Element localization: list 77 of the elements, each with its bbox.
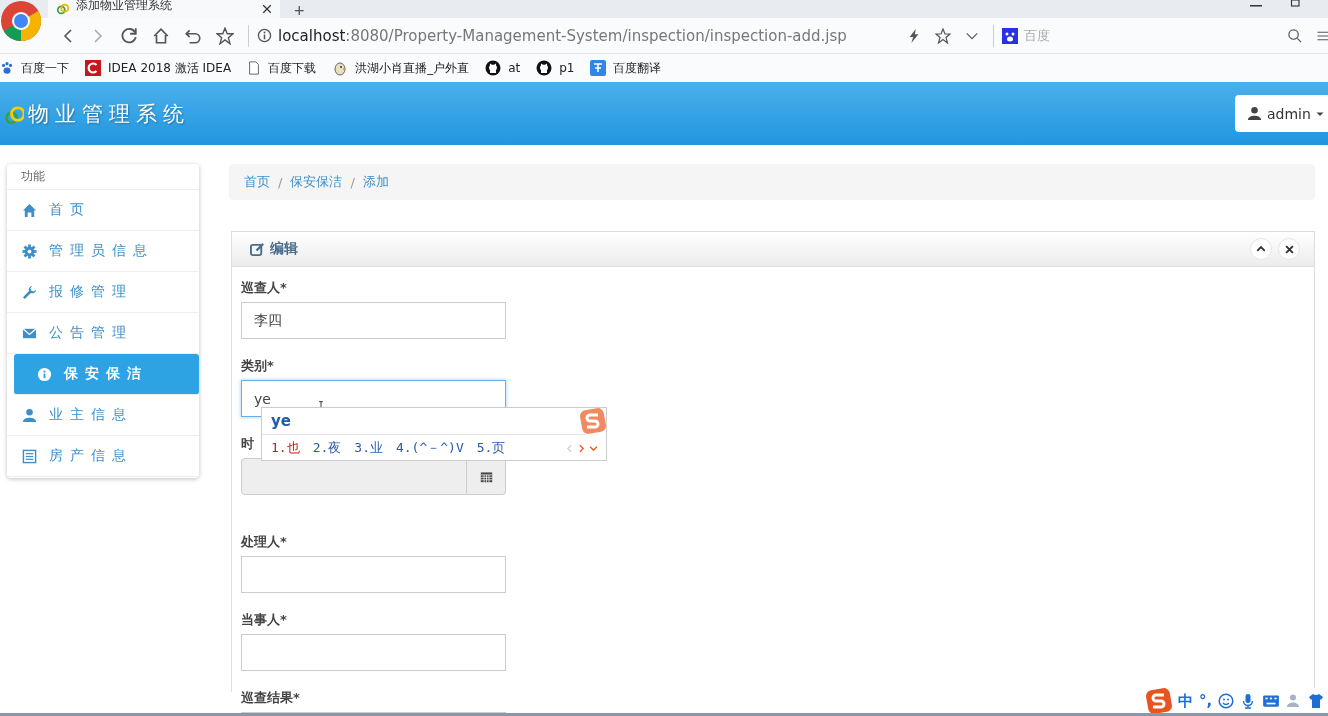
ime-candidate[interactable]: 2.夜	[312, 439, 342, 457]
rings-icon	[56, 2, 70, 16]
chevron-up-icon	[1256, 244, 1266, 254]
input-field[interactable]	[241, 634, 506, 671]
app-title: 物业管理系统	[28, 100, 190, 128]
user-icon	[22, 407, 37, 423]
close-icon	[1284, 244, 1294, 254]
collapse-button[interactable]	[1250, 238, 1272, 260]
star-icon	[216, 26, 234, 45]
info-icon	[257, 28, 272, 43]
keyboard-icon	[1262, 692, 1281, 710]
panel-title: 编辑	[270, 240, 298, 258]
rings-logo-icon	[4, 103, 24, 124]
user-icon	[1247, 106, 1262, 121]
sidebar-item[interactable]: 房产信息	[7, 436, 199, 477]
input-field[interactable]	[241, 556, 506, 593]
envelope-icon	[22, 325, 37, 341]
github-icon	[536, 60, 553, 76]
field-label: 当事人*	[241, 611, 287, 628]
bird-icon	[332, 60, 349, 76]
punctuation-toggle[interactable]: °,	[1199, 692, 1213, 710]
c-logo-icon	[85, 60, 101, 76]
github-icon	[485, 60, 502, 76]
star-icon	[935, 27, 951, 44]
chevron-right-icon	[577, 443, 586, 453]
user-menu-button[interactable]: admin	[1235, 95, 1328, 132]
smiley-icon	[1218, 693, 1235, 709]
sidebar-item[interactable]: 业主信息	[7, 395, 199, 436]
translate-icon	[590, 60, 607, 76]
search-icon	[1287, 28, 1302, 43]
ime-mode-toggle[interactable]: 中	[1178, 691, 1193, 711]
reload-icon	[120, 26, 138, 45]
ime-candidate[interactable]: 1.也	[271, 439, 300, 457]
field-label: 处理人*	[241, 533, 287, 550]
ime-candidate[interactable]: 3.业	[354, 439, 383, 457]
sidebar-item[interactable]: 报修管理	[7, 272, 199, 313]
wrench-icon	[22, 284, 37, 300]
home-icon	[22, 202, 37, 218]
chevron-down-icon	[589, 443, 598, 453]
home-icon	[152, 26, 170, 45]
ime-candidate[interactable]: 4.(^－^)V	[395, 439, 464, 457]
document-icon	[247, 61, 262, 75]
sidebar-item[interactable]: 首页	[7, 190, 199, 231]
field-label: 类别*	[241, 357, 274, 374]
calendar-icon	[479, 470, 493, 483]
bookmark-link[interactable]: 百度翻译	[613, 59, 662, 77]
field-label: 巡查结果*	[241, 689, 300, 706]
bookmark-link[interactable]: 百度下载	[268, 59, 317, 77]
minimize-icon[interactable]	[1250, 5, 1262, 7]
bookmark-link[interactable]: IDEA 2018 激活 IDEA	[108, 59, 232, 77]
close-button[interactable]	[1278, 238, 1300, 260]
ime-candidate[interactable]: 5.页	[476, 439, 506, 457]
input-field[interactable]: 李四	[241, 302, 506, 339]
date-field[interactable]	[241, 458, 467, 495]
gear-icon	[22, 243, 37, 259]
bookmark-link[interactable]: at	[508, 61, 521, 75]
new-tab-button[interactable]: +	[294, 4, 305, 18]
field-label: 巡查人*	[241, 279, 287, 296]
breadcrumb-separator: /	[278, 174, 283, 190]
paw-icon	[0, 61, 14, 75]
bookmark-link[interactable]: p1	[559, 61, 575, 75]
address-bar[interactable]: localhost:8080/Property-Management-System/inspection/inspection-add.jsp	[248, 24, 893, 47]
lightning-icon	[907, 28, 921, 43]
sidebar-item[interactable]: 管理员信息	[7, 231, 199, 272]
paw-icon	[1002, 27, 1018, 44]
bookmark-link[interactable]: 百度一下	[21, 59, 69, 77]
info-icon	[37, 366, 52, 382]
shirt-icon	[1308, 693, 1325, 709]
field-label: 时	[241, 435, 254, 452]
sidebar-heading: 功能	[7, 164, 199, 190]
edit-icon	[250, 241, 265, 257]
close-icon	[262, 4, 272, 14]
list-icon	[22, 448, 37, 464]
breadcrumb-separator: /	[350, 174, 355, 190]
menu-icon	[1316, 29, 1328, 42]
chevron-left-icon	[565, 443, 574, 453]
bookmark-link[interactable]: 洪湖小肖直播_户外直	[355, 59, 470, 77]
